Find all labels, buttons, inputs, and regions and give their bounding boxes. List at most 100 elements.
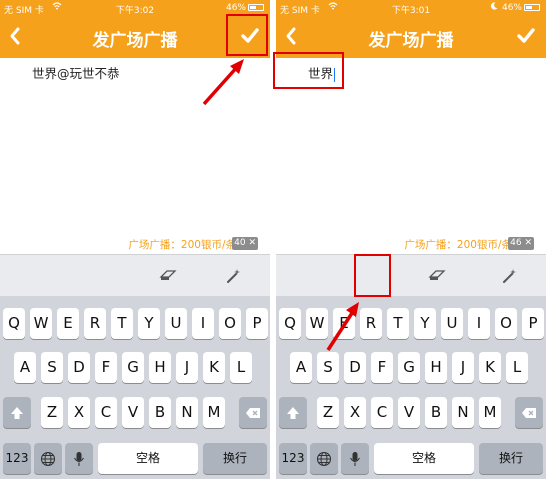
dictation-key[interactable] xyxy=(341,443,369,474)
numbers-key[interactable]: 123 xyxy=(279,443,307,474)
key-c[interactable]: C xyxy=(371,397,393,428)
highlight-box-suggestion xyxy=(354,254,391,297)
key-q[interactable]: Q xyxy=(279,308,301,339)
key-k[interactable]: K xyxy=(479,352,501,383)
battery-indicator: 46% xyxy=(502,3,540,13)
keyboard-toolbar xyxy=(0,254,270,296)
key-z[interactable]: Z xyxy=(317,397,339,428)
checkmark-icon[interactable] xyxy=(516,26,536,46)
status-bar: 无 SIM 卡 下午3:01 46% xyxy=(276,0,546,16)
key-f[interactable]: F xyxy=(95,352,117,383)
dictation-key[interactable] xyxy=(65,443,93,474)
space-key[interactable]: 空格 xyxy=(98,443,198,474)
magic-wand-icon[interactable] xyxy=(224,267,242,285)
moon-icon xyxy=(490,2,498,10)
key-e[interactable]: E xyxy=(333,308,355,339)
key-q[interactable]: Q xyxy=(3,308,25,339)
key-c[interactable]: C xyxy=(95,397,117,428)
key-l[interactable]: L xyxy=(230,352,252,383)
key-b[interactable]: B xyxy=(149,397,171,428)
delete-key[interactable] xyxy=(515,397,543,428)
globe-key[interactable] xyxy=(34,443,62,474)
key-b[interactable]: B xyxy=(425,397,447,428)
key-t[interactable]: T xyxy=(111,308,133,339)
key-h[interactable]: H xyxy=(149,352,171,383)
key-j[interactable]: J xyxy=(452,352,474,383)
key-e[interactable]: E xyxy=(57,308,79,339)
key-s[interactable]: S xyxy=(317,352,339,383)
key-n[interactable]: N xyxy=(452,397,474,428)
key-d[interactable]: D xyxy=(68,352,90,383)
key-a[interactable]: A xyxy=(290,352,312,383)
key-x[interactable]: X xyxy=(68,397,90,428)
key-i[interactable]: I xyxy=(192,308,214,339)
key-o[interactable]: O xyxy=(495,308,517,339)
shift-key[interactable] xyxy=(279,397,307,428)
message-area[interactable]: 世界@玩世不恭 xyxy=(0,58,270,234)
key-u[interactable]: U xyxy=(165,308,187,339)
delete-icon xyxy=(522,407,536,418)
shift-key[interactable] xyxy=(3,397,31,428)
key-r[interactable]: R xyxy=(84,308,106,339)
key-x[interactable]: X xyxy=(344,397,366,428)
battery-percent: 46% xyxy=(225,3,246,13)
key-m[interactable]: M xyxy=(203,397,225,428)
eraser-icon[interactable] xyxy=(159,267,177,285)
key-f[interactable]: F xyxy=(371,352,393,383)
message-input[interactable]: 世界@玩世不恭 xyxy=(32,63,120,82)
screen-after: 无 SIM 卡 下午3:02 46% 发广场广播 世界@玩世不恭 广场广播：20… xyxy=(0,0,270,479)
delete-key[interactable] xyxy=(239,397,267,428)
highlight-box-confirm xyxy=(226,14,268,56)
broadcast-info: 广场广播：200银币/条 46 ✕ xyxy=(276,234,546,254)
key-m[interactable]: M xyxy=(479,397,501,428)
remaining-count: 46 xyxy=(510,238,522,248)
key-t[interactable]: T xyxy=(387,308,409,339)
key-w[interactable]: W xyxy=(30,308,52,339)
magic-wand-icon[interactable] xyxy=(500,267,518,285)
return-key[interactable]: 换行 xyxy=(203,443,267,474)
return-key[interactable]: 换行 xyxy=(479,443,543,474)
shift-icon xyxy=(11,406,23,419)
nav-header: 无 SIM 卡 下午3:01 46% 发广场广播 xyxy=(276,0,546,58)
key-s[interactable]: S xyxy=(41,352,63,383)
broadcast-info: 广场广播：200银币/条 40 ✕ xyxy=(0,234,270,254)
key-w[interactable]: W xyxy=(306,308,328,339)
globe-key[interactable] xyxy=(310,443,338,474)
key-p[interactable]: P xyxy=(522,308,544,339)
key-u[interactable]: U xyxy=(441,308,463,339)
numbers-key[interactable]: 123 xyxy=(3,443,31,474)
shift-icon xyxy=(287,406,299,419)
key-h[interactable]: H xyxy=(425,352,447,383)
microphone-icon xyxy=(350,451,360,466)
key-g[interactable]: G xyxy=(122,352,144,383)
key-g[interactable]: G xyxy=(398,352,420,383)
page-title: 发广场广播 xyxy=(368,31,454,51)
delete-icon xyxy=(246,407,260,418)
key-r[interactable]: R xyxy=(360,308,382,339)
key-p[interactable]: P xyxy=(246,308,268,339)
key-d[interactable]: D xyxy=(344,352,366,383)
key-z[interactable]: Z xyxy=(41,397,63,428)
battery-indicator: 46% xyxy=(226,3,264,13)
key-k[interactable]: K xyxy=(203,352,225,383)
space-key[interactable]: 空格 xyxy=(374,443,474,474)
keyboard-toolbar xyxy=(276,254,546,296)
cost-label: 广场广播：200银币/条 xyxy=(404,239,512,251)
cost-label: 广场广播：200银币/条 xyxy=(128,239,236,251)
key-n[interactable]: N xyxy=(176,397,198,428)
key-l[interactable]: L xyxy=(506,352,528,383)
microphone-icon xyxy=(74,451,84,466)
key-v[interactable]: V xyxy=(398,397,420,428)
keyboard: Q W E R T Y U I O P A S D F G H J K L Z … xyxy=(276,296,546,479)
key-j[interactable]: J xyxy=(176,352,198,383)
key-o[interactable]: O xyxy=(219,308,241,339)
key-v[interactable]: V xyxy=(122,397,144,428)
key-y[interactable]: Y xyxy=(414,308,436,339)
key-a[interactable]: A xyxy=(14,352,36,383)
key-y[interactable]: Y xyxy=(138,308,160,339)
eraser-icon[interactable] xyxy=(428,267,446,285)
message-text: 世界@玩世不恭 xyxy=(32,66,120,81)
remaining-count: 40 xyxy=(234,238,246,248)
globe-icon xyxy=(316,451,332,466)
key-i[interactable]: I xyxy=(468,308,490,339)
